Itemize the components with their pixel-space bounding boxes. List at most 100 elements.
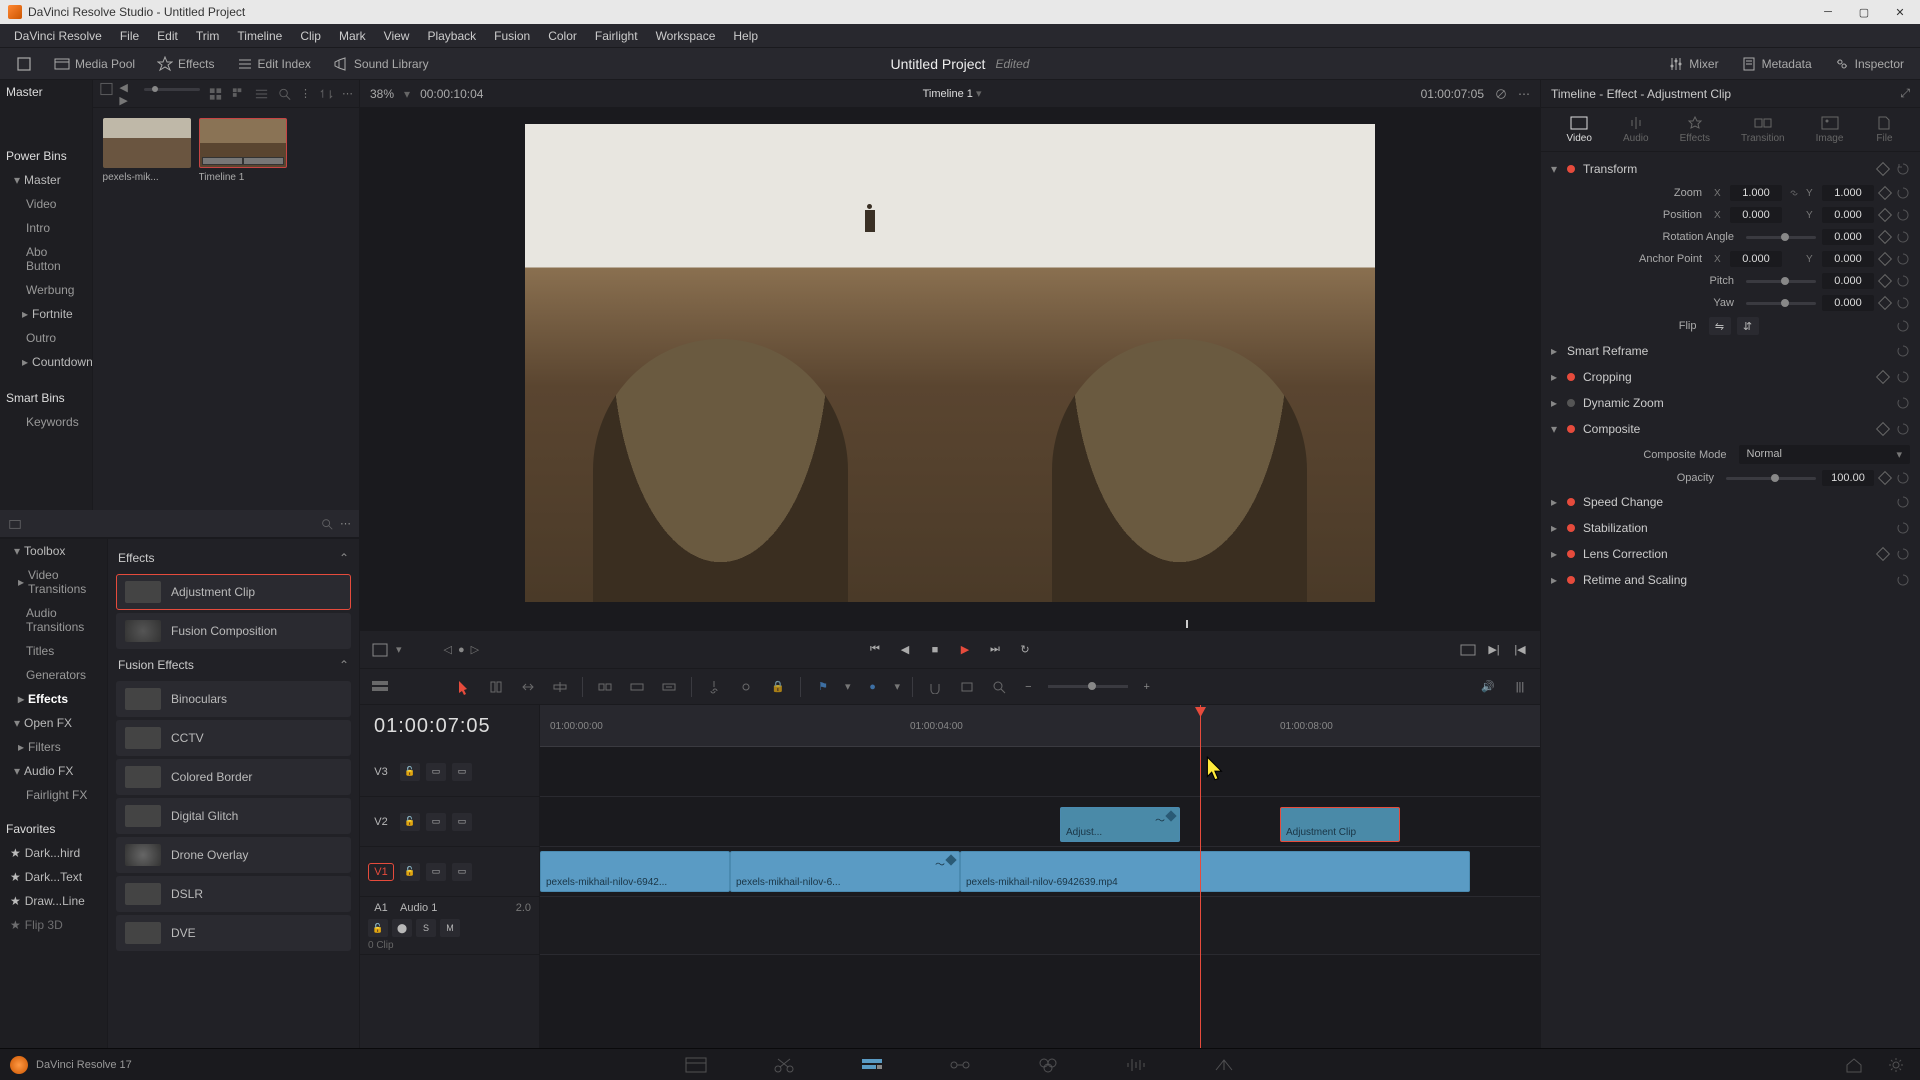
bin-master[interactable]: Master [0,80,92,104]
keyframe-icon[interactable] [1876,370,1890,384]
anchor-x-field[interactable]: 0.000 [1730,251,1782,267]
composite-mode-dropdown[interactable]: Normal▾ [1739,445,1911,464]
track-header-a1[interactable]: A1 Audio 1 2.0 🔓 ⬤ S M 0 Clip [360,897,539,955]
tab-video[interactable]: Video [1567,115,1592,144]
sort-icon[interactable] [319,86,334,102]
mixer-button[interactable]: Mixer [1660,52,1726,76]
play-reverse-icon[interactable]: ◀ [895,640,915,660]
single-viewer-icon[interactable] [1458,640,1478,660]
trim-tool-icon[interactable] [486,677,506,697]
expand-icon[interactable]: ⤢ [1900,86,1910,101]
track-v3[interactable] [540,747,1540,797]
smart-bin-keywords[interactable]: Keywords [0,410,92,434]
reset-icon[interactable] [1896,573,1910,587]
timeline-view-options-icon[interactable] [370,677,390,697]
rotation-slider[interactable] [1746,236,1816,239]
edit-index-button[interactable]: Edit Index [229,52,319,76]
menu-trim[interactable]: Trim [188,26,228,46]
generators-node[interactable]: Generators [0,663,107,687]
menu-view[interactable]: View [376,26,418,46]
flip-v-button[interactable]: ⇵ [1737,317,1759,335]
audio-monitor-icon[interactable]: 🔊 [1478,677,1498,697]
disable-track-icon[interactable]: ▭ [452,763,472,781]
viewer-options-icon[interactable]: ⋯ [1518,87,1530,101]
media-timeline-thumb[interactable]: Timeline 1 [199,118,287,183]
home-icon[interactable] [1840,1054,1868,1076]
track-v1[interactable]: pexels-mikhail-nilov-6942... pexels-mikh… [540,847,1540,897]
keyframe-icon[interactable] [1878,186,1892,200]
match-frame-icon[interactable]: ● [458,644,465,656]
menu-playback[interactable]: Playback [419,26,484,46]
search-icon[interactable] [320,517,334,531]
options-icon[interactable]: ⋯ [342,87,353,100]
section-composite[interactable]: ▾Composite [1541,416,1920,442]
reset-icon[interactable] [1896,422,1910,436]
next-edit-icon[interactable]: ▷ [471,643,479,656]
power-bins-header[interactable]: Power Bins [0,144,92,168]
menu-timeline[interactable]: Timeline [229,26,290,46]
keyframe-icon[interactable] [1878,471,1892,485]
menu-fusion[interactable]: Fusion [486,26,538,46]
track-header-v2[interactable]: V2 🔓 ▭ ▭ [360,797,539,847]
jump-first-icon[interactable]: ⏮ [865,640,885,660]
power-bin-outro[interactable]: Outro [0,326,92,350]
video-transitions-node[interactable]: ▸ Video Transitions [0,563,107,601]
menu-clip[interactable]: Clip [292,26,329,46]
page-edit[interactable] [858,1054,886,1076]
bypass-icon[interactable] [1494,87,1508,101]
prev-edit-icon[interactable]: ◁ [444,643,452,656]
effect-fusion-composition[interactable]: Fusion Composition [116,613,351,649]
reset-icon[interactable] [1896,521,1910,535]
razor-icon[interactable] [704,677,724,697]
power-bin-abo[interactable]: Abo Button [0,240,92,278]
sound-library-button[interactable]: Sound Library [325,52,437,76]
loop-icon[interactable]: ↻ [1015,640,1035,660]
reset-icon[interactable] [1896,208,1910,222]
viewer-title[interactable]: Timeline 1 ▾ [923,87,982,100]
list-view-icon[interactable] [254,86,269,102]
lock-track-icon[interactable]: 🔓 [400,863,420,881]
menu-davinci[interactable]: DaVinci Resolve [6,26,110,46]
power-bin-master[interactable]: ▾ Master [0,168,92,192]
minimize-button[interactable]: ─ [1816,2,1840,22]
menu-edit[interactable]: Edit [149,26,186,46]
viewer-zoom[interactable]: 38% [370,87,394,101]
effect-binoculars[interactable]: Binoculars [116,681,351,717]
lock-track-icon[interactable]: 🔓 [400,813,420,831]
options-icon[interactable]: ⋯ [340,517,351,530]
menu-help[interactable]: Help [725,26,766,46]
zoom-in-icon[interactable]: + [1144,681,1150,693]
play-icon[interactable]: ▶ [955,640,975,660]
media-pool-button[interactable]: Media Pool [46,52,143,76]
viewer-mode-dropdown[interactable]: ▾ [396,643,402,656]
menu-color[interactable]: Color [540,26,585,46]
filters-node[interactable]: ▸ Filters [0,735,107,759]
lock-track-icon[interactable]: 🔓 [368,919,388,937]
rotation-field[interactable]: 0.000 [1822,229,1874,245]
effects-node[interactable]: ▸ Effects [0,687,107,711]
pitch-slider[interactable] [1746,280,1816,283]
clip-v1-1[interactable]: pexels-mikhail-nilov-6942... [540,851,730,892]
fav-item-3[interactable]: ★ Draw...Line [0,889,107,913]
bin-icon[interactable] [8,517,22,531]
power-bin-intro[interactable]: Intro [0,216,92,240]
menu-fairlight[interactable]: Fairlight [587,26,646,46]
toolbox-node[interactable]: ▾ Toolbox [0,539,107,563]
effect-drone-overlay[interactable]: Drone Overlay [116,837,351,873]
stop-icon[interactable]: ■ [925,640,945,660]
track-v2[interactable]: Adjust...〜 Adjustment Clip [540,797,1540,847]
section-speed-change[interactable]: ▸Speed Change [1541,489,1920,515]
zoom-tool-icon[interactable] [989,677,1009,697]
replace-clip-icon[interactable] [659,677,679,697]
track-header-v1[interactable]: V1 🔓 ▭ ▭ [360,847,539,897]
page-fairlight[interactable] [1122,1054,1150,1076]
mute-button[interactable]: M [440,919,460,937]
keyframe-icon[interactable] [1878,230,1892,244]
section-cropping[interactable]: ▸Cropping [1541,364,1920,390]
overwrite-clip-icon[interactable] [627,677,647,697]
zoom-x-field[interactable]: 1.000 [1730,185,1782,201]
zoom-y-field[interactable]: 1.000 [1822,185,1874,201]
fav-item-2[interactable]: ★ Dark...Text [0,865,107,889]
page-fusion[interactable] [946,1054,974,1076]
bin-view-icon[interactable] [99,81,114,97]
